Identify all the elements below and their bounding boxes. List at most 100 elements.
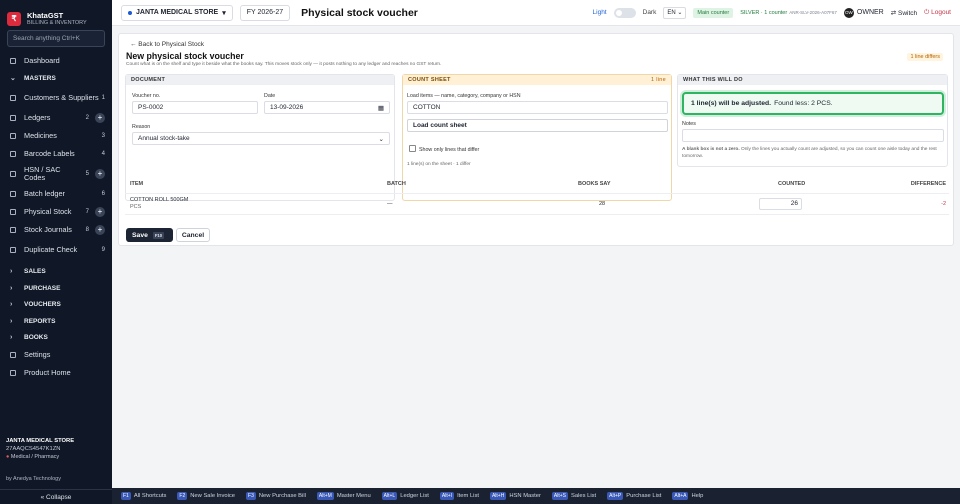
date-field[interactable]: 13-09-2026 ▦ (264, 101, 390, 114)
difference-value: -2 (941, 201, 946, 207)
section-reports[interactable]: › REPORTS (0, 313, 112, 330)
menu-item-icon (10, 246, 16, 253)
shortcut-key[interactable]: F3 (246, 492, 256, 500)
add-icon[interactable]: + (95, 168, 105, 179)
shortcut-label[interactable]: Item List (457, 493, 479, 499)
sidebar-item-product-home[interactable]: Product Home (0, 364, 112, 382)
shortcut-label[interactable]: Master Menu (337, 493, 371, 499)
sidebar-item-count: 6 (101, 190, 105, 197)
shortcut-label[interactable]: Sales List (571, 493, 596, 499)
sidebar-item[interactable]: Ledgers 2 + (0, 109, 112, 127)
differs-badge: 1 line differs (907, 53, 943, 61)
theme-light-label[interactable]: Light (593, 9, 607, 16)
save-button[interactable]: Save F10 (126, 228, 173, 242)
search-input[interactable]: Search anything Ctrl+K (7, 30, 105, 47)
sidebar-item[interactable]: Batch ledger 6 (0, 185, 112, 203)
logout-button[interactable]: ⏻ Logout (924, 9, 951, 17)
store-type: ● Medical / Pharmacy (6, 454, 106, 460)
books-value: 28 (599, 201, 606, 207)
add-icon[interactable]: + (95, 112, 105, 123)
reason-value: Annual stock-take (138, 135, 190, 142)
calendar-icon[interactable]: ▦ (378, 104, 384, 112)
shortcut-key[interactable]: Alt+I (439, 492, 455, 500)
add-icon[interactable]: + (95, 206, 105, 217)
shortcut-key[interactable]: Alt+P (607, 492, 624, 500)
section-books[interactable]: › BOOKS (0, 330, 112, 347)
sidebar-item[interactable]: Physical Stock 7 + (0, 203, 112, 221)
shortcut-key[interactable]: Alt+M (316, 492, 334, 500)
store-selector[interactable]: JANTA MEDICAL STORE ▾ (121, 4, 233, 21)
col-counted: COUNTED (778, 181, 806, 187)
item-name: COTTON ROLL 500GM (130, 197, 189, 203)
collapse-button[interactable]: « Collapse (0, 489, 112, 504)
section-label: SALES (24, 268, 46, 276)
sidebar-item[interactable]: Stock Journals 8 + (0, 221, 112, 239)
save-shortcut: F10 (152, 231, 165, 239)
shortcut-key[interactable]: F2 (177, 492, 188, 500)
back-link[interactable]: ← Back to Physical Stock (130, 41, 204, 48)
fy-selector[interactable]: FY 2026-27 (239, 4, 291, 21)
switch-button[interactable]: ⇄ Switch (891, 9, 917, 17)
page-title: Physical stock voucher (301, 6, 418, 19)
voucher-no-field[interactable]: PS-0002 (132, 101, 258, 114)
shortcut-label[interactable]: Help (691, 493, 703, 499)
sidebar-nav: Dashboard ⌄ MASTERS Customers & Suppliers… (0, 52, 112, 382)
cancel-button[interactable]: Cancel (176, 228, 210, 242)
col-batch: BATCH (387, 181, 406, 187)
section-purchase[interactable]: › PURCHASE (0, 280, 112, 297)
sidebar-item-dashboard[interactable]: Dashboard (0, 52, 112, 70)
language-select[interactable]: EN ⌄ (663, 6, 687, 19)
add-icon[interactable]: + (95, 224, 105, 235)
line-count: 1 line (651, 77, 666, 83)
shortcut-label[interactable]: Purchase List (626, 493, 661, 499)
section-masters[interactable]: ⌄ MASTERS (0, 70, 112, 87)
shortcut-key[interactable]: Alt+H (489, 492, 507, 500)
section-vouchers[interactable]: › VOUCHERS (0, 297, 112, 314)
blank-box-hint: A blank box is not a zero. Only the line… (682, 147, 944, 160)
home-icon (10, 370, 16, 376)
sidebar-item[interactable]: Customers & Suppliers 1 (0, 87, 112, 109)
shortcut-label[interactable]: All Shortcuts (134, 493, 167, 499)
sidebar-item-label: Dashboard (24, 56, 60, 65)
col-difference: DIFFERENCE (910, 181, 946, 187)
load-count-sheet-button[interactable]: Load count sheet (407, 119, 668, 132)
counted-input[interactable]: 26 (759, 198, 802, 210)
chevron-down-icon: ⌄ (10, 75, 16, 83)
chevron-right-icon: › (10, 284, 13, 292)
shortcut-key[interactable]: Alt+A (672, 492, 689, 500)
reason-select[interactable]: Annual stock-take ⌄ (132, 132, 390, 145)
shortcut-label[interactable]: New Sale Invoice (190, 493, 235, 499)
show-differ-checkbox[interactable] (409, 145, 416, 152)
owner-menu[interactable]: OW OWNER (843, 7, 884, 18)
section-sales[interactable]: › SALES (0, 264, 112, 281)
shortcut-label[interactable]: HSN Master (509, 493, 541, 499)
load-items-input[interactable]: COTTON (407, 101, 668, 114)
col-books: BOOKS SAY (578, 181, 611, 187)
notes-field[interactable] (682, 129, 944, 142)
sidebar-item-settings[interactable]: Settings (0, 346, 112, 364)
sidebar-item[interactable]: HSN / SAC Codes 5 + (0, 163, 112, 185)
plan-badge: SILVER · 1 counter ANR-SLV-2026-A07F67 (740, 10, 837, 16)
item-unit: PCS (130, 204, 142, 210)
sidebar-item-count: 2 (85, 114, 89, 121)
show-differ-label[interactable]: Show only lines that differ (419, 147, 479, 153)
avatar: OW (843, 7, 854, 18)
shortcut-key[interactable]: F1 (121, 492, 131, 500)
theme-toggle[interactable] (613, 7, 636, 18)
shortcut-key[interactable]: Alt+L (381, 492, 398, 500)
sidebar-item[interactable]: Duplicate Check 9 (0, 239, 112, 261)
store-type-label: Medical / Pharmacy (10, 454, 60, 460)
voucher-card: ← Back to Physical Stock New physical st… (118, 33, 954, 246)
shortcut-label[interactable]: New Purchase Bill (259, 493, 306, 499)
logout-label: Logout (931, 8, 951, 16)
sidebar-item-count: 5 (85, 170, 89, 177)
shortcut-key[interactable]: Alt+S (551, 492, 569, 500)
sidebar-item-label: HSN / SAC Codes (24, 164, 61, 182)
sidebar-item[interactable]: Medicines 3 (0, 127, 112, 145)
sidebar-item[interactable]: Barcode Labels 4 (0, 145, 112, 163)
sidebar-item-count: 1 (101, 94, 105, 101)
section-label: MASTERS (24, 74, 56, 82)
theme-dark-label[interactable]: Dark (643, 9, 657, 16)
panel-header: WHAT THIS WILL DO (678, 75, 947, 85)
shortcut-label[interactable]: Ledger List (400, 493, 429, 499)
